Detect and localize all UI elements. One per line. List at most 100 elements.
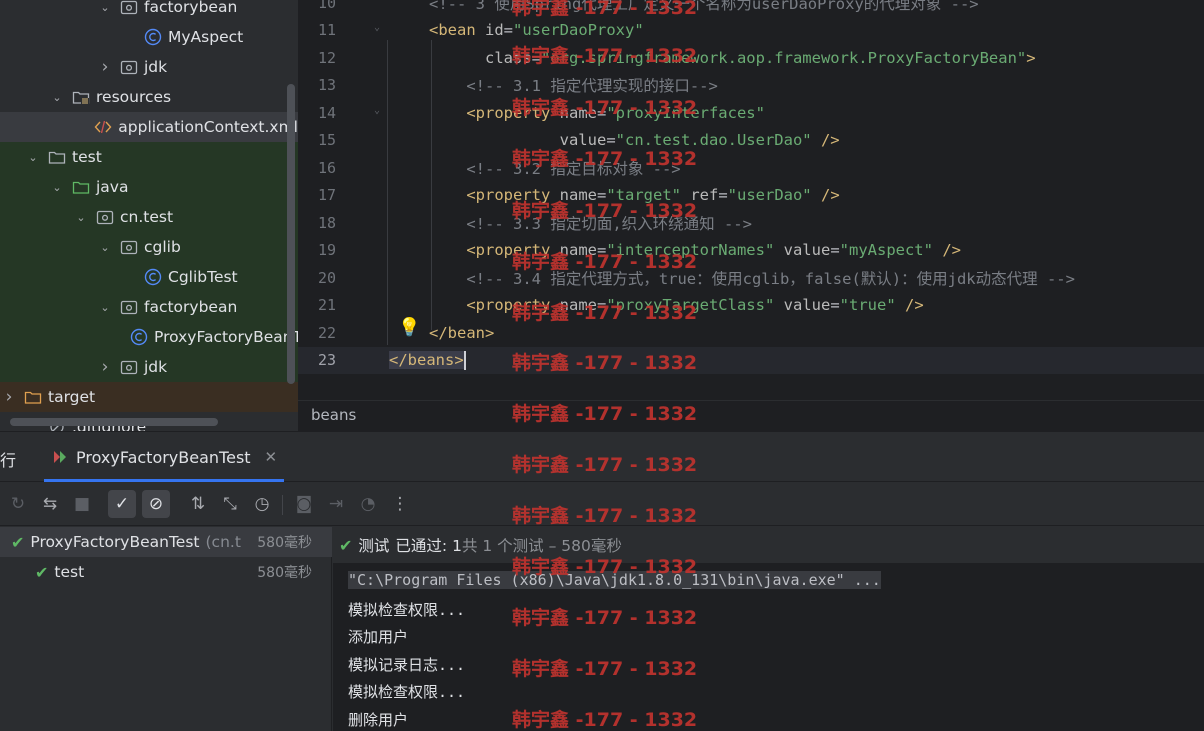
code-line[interactable]: 11 <bean id="userDaoProxy" bbox=[298, 17, 1204, 45]
tree-item[interactable]: ⌄ cn.test bbox=[0, 202, 298, 232]
more-options-icon[interactable]: ⋮ bbox=[386, 490, 414, 518]
tree-item[interactable]: MyAspect bbox=[0, 22, 298, 52]
close-tab-icon[interactable]: ✕ bbox=[265, 448, 278, 466]
tree-item[interactable]: ProxyFactoryBeanTest bbox=[0, 322, 298, 352]
code-text: <!-- 3.2 指定目标对象 --> bbox=[429, 159, 681, 178]
tree-item[interactable]: › jdk bbox=[0, 52, 298, 82]
tree-item-label: resources bbox=[96, 88, 172, 106]
rerun-failed-icon[interactable]: ⇆ bbox=[36, 490, 64, 518]
run-tool-window: 行 ProxyFactoryBeanTest ✕ ↻ ⇆ ■ ✓ ⊘ ⇅ ⤡ ◷… bbox=[0, 431, 1204, 731]
line-number: 16 bbox=[317, 158, 336, 177]
run-tab-bar: 行 ProxyFactoryBeanTest ✕ bbox=[0, 432, 1204, 482]
code-text: </bean> bbox=[429, 323, 495, 342]
show-passed-icon[interactable]: ✓ bbox=[108, 490, 136, 518]
code-line[interactable]: 16 <!-- 3.2 指定目标对象 --> bbox=[298, 154, 1204, 182]
passed-check-icon: ✔ bbox=[339, 535, 353, 555]
fold-icon[interactable]: ⌄ bbox=[374, 105, 380, 116]
breadcrumb-item[interactable]: beans bbox=[311, 406, 356, 424]
tree-item[interactable]: CglibTest bbox=[0, 262, 298, 292]
code-editor[interactable]: 10 <!-- 3 使用Spring代理工厂定义一个名称为userDaoProxy… bbox=[298, 0, 1204, 400]
code-line[interactable]: 20 <!-- 3.4 指定代理方式，true：使用cglib，false(默认… bbox=[298, 264, 1204, 292]
line-number: 10 bbox=[317, 0, 336, 12]
code-line[interactable]: 21 <property name="proxyTargetClass" val… bbox=[298, 292, 1204, 320]
tree-item[interactable]: ⌄ factorybean bbox=[0, 0, 298, 22]
code-text: <property name="interceptorNames" value=… bbox=[429, 241, 961, 260]
console-command-line: "C:\Program Files (x86)\Java\jdk1.8.0_13… bbox=[348, 571, 881, 589]
code-line[interactable]: 15 value="cn.test.dao.UserDao" /> bbox=[298, 127, 1204, 155]
run-window-title: 行 bbox=[0, 451, 17, 470]
gauge-icon[interactable]: ◔ bbox=[354, 490, 382, 518]
tree-item-label: cglib bbox=[144, 238, 181, 256]
code-text: <!-- 3 使用Spring代理工厂定义一个名称为userDaoProxy的代… bbox=[429, 0, 979, 13]
java-class-icon bbox=[144, 268, 162, 286]
chevron-down-icon[interactable]: ⌄ bbox=[98, 240, 112, 254]
test-suite-duration: 580毫秒 bbox=[253, 532, 312, 552]
stop-icon[interactable]: ■ bbox=[68, 490, 96, 518]
rerun-icon[interactable]: ↻ bbox=[4, 490, 32, 518]
code-line[interactable]: 10 <!-- 3 使用Spring代理工厂定义一个名称为userDaoProxy… bbox=[298, 0, 1204, 17]
chevron-right-icon[interactable]: › bbox=[2, 387, 16, 407]
code-line[interactable]: 13 <!-- 3.1 指定代理实现的接口--> bbox=[298, 72, 1204, 100]
console-output[interactable]: ✔ 测试 已通过: 1 共 1 个测试 – 580毫秒 "C:\Program … bbox=[333, 527, 1204, 731]
tree-item[interactable]: ⌄ java bbox=[0, 172, 298, 202]
indent-guide bbox=[431, 40, 432, 330]
tree-item-label: java bbox=[96, 178, 129, 196]
code-line[interactable]: 12 class="org.springframework.aop.framew… bbox=[298, 44, 1204, 72]
collapse-all-icon[interactable]: ⤡ bbox=[216, 490, 244, 518]
test-case-row[interactable]: ✔ test 580毫秒 bbox=[0, 557, 332, 587]
console-line: 模拟检查权限... bbox=[348, 600, 466, 619]
camera-icon[interactable]: ◙ bbox=[290, 490, 318, 518]
fold-icon[interactable]: ⌄ bbox=[374, 22, 380, 33]
tree-horizontal-scrollbar[interactable] bbox=[10, 418, 218, 426]
chevron-right-icon[interactable]: › bbox=[98, 357, 112, 377]
console-line: 删除用户 bbox=[348, 710, 409, 729]
chevron-down-icon[interactable]: ⌄ bbox=[50, 90, 64, 104]
history-icon[interactable]: ◷ bbox=[248, 490, 276, 518]
tree-item-label: ProxyFactoryBeanTest bbox=[154, 328, 298, 346]
code-line[interactable]: 22 </bean> bbox=[298, 319, 1204, 347]
passed-check-icon: ✔ bbox=[35, 562, 49, 582]
tree-item[interactable]: › jdk bbox=[0, 352, 298, 382]
import-icon[interactable]: ⇥ bbox=[322, 490, 350, 518]
console-line: 模拟检查权限... bbox=[348, 683, 466, 701]
chevron-down-icon[interactable]: ⌄ bbox=[98, 300, 112, 314]
code-line[interactable]: 19 <property name="interceptorNames" val… bbox=[298, 237, 1204, 265]
chevron-down-icon[interactable]: ⌄ bbox=[26, 150, 40, 164]
sort-icon[interactable]: ⇅ bbox=[184, 490, 212, 518]
line-number: 12 bbox=[317, 48, 336, 67]
resources-folder-icon bbox=[72, 89, 90, 105]
show-ignored-icon[interactable]: ⊘ bbox=[142, 490, 170, 518]
code-text: <property name="proxyTargetClass" value=… bbox=[429, 296, 924, 315]
test-suite-row[interactable]: ✔ ProxyFactoryBeanTest (cn.t 580毫秒 bbox=[0, 527, 332, 557]
chevron-down-icon[interactable]: ⌄ bbox=[74, 210, 88, 224]
line-number: 23 bbox=[317, 351, 336, 370]
test-case-name: test bbox=[54, 563, 85, 581]
chevron-down-icon[interactable]: ⌄ bbox=[98, 0, 112, 14]
chevron-right-icon[interactable]: › bbox=[98, 57, 112, 77]
code-line[interactable]: 18 <!-- 3.3 指定切面,织入环绕通知 --> bbox=[298, 209, 1204, 237]
tree-item[interactable]: ⌄ factorybean bbox=[0, 292, 298, 322]
tree-vertical-scrollbar[interactable] bbox=[287, 84, 295, 384]
package-folder-icon bbox=[120, 359, 138, 375]
run-tab[interactable]: ProxyFactoryBeanTest ✕ bbox=[44, 432, 277, 482]
tree-item[interactable]: ⌄ cglib bbox=[0, 232, 298, 262]
package-folder-icon bbox=[120, 239, 138, 255]
toolbar-separator bbox=[282, 495, 283, 515]
tree-item[interactable]: applicationContext.xml bbox=[0, 112, 298, 142]
line-number: 18 bbox=[317, 213, 336, 232]
excluded-folder-icon bbox=[24, 389, 42, 405]
chevron-down-icon[interactable]: ⌄ bbox=[50, 180, 64, 194]
test-suite-name: ProxyFactoryBeanTest bbox=[30, 533, 200, 551]
intention-bulb-icon[interactable]: 💡 bbox=[398, 317, 420, 338]
code-line[interactable]: 17 <property name="target" ref="userDao"… bbox=[298, 182, 1204, 210]
tree-item[interactable]: › target bbox=[0, 382, 298, 412]
run-config-icon bbox=[52, 449, 70, 465]
code-line[interactable]: 14 <property name="proxyInterfaces" bbox=[298, 99, 1204, 127]
console-line: 模拟记录日志... bbox=[348, 655, 466, 674]
code-line[interactable]: 23 </beans> bbox=[298, 346, 1204, 374]
tree-item[interactable]: ⌄ resources bbox=[0, 82, 298, 112]
tree-item[interactable]: ⌄ test bbox=[0, 142, 298, 172]
